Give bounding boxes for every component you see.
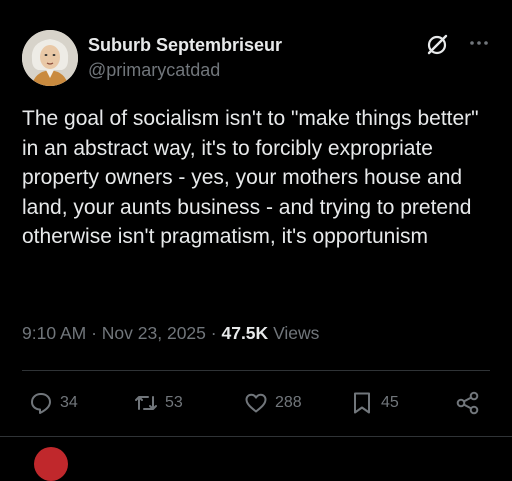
- author-display-name[interactable]: Suburb Septembriseur: [88, 34, 282, 56]
- views-label: Views: [273, 323, 320, 343]
- tweet-actions: 34 53 288 45: [0, 387, 512, 419]
- bookmark-count: 45: [381, 394, 399, 411]
- tweet-header: Suburb Septembriseur @primarycatdad: [22, 28, 492, 88]
- grok-icon[interactable]: [424, 32, 450, 58]
- reply-count: 34: [60, 394, 78, 411]
- repost-count: 53: [165, 394, 183, 411]
- reply-button[interactable]: 34: [28, 387, 78, 419]
- tweet-date[interactable]: Nov 23, 2025: [102, 323, 206, 343]
- bookmark-button[interactable]: 45: [349, 387, 399, 419]
- reply-icon: [31, 393, 51, 414]
- repost-icon: [135, 396, 157, 410]
- avatar-portrait: [22, 30, 78, 86]
- author-handle[interactable]: @primarycatdad: [88, 58, 282, 82]
- author-avatar[interactable]: [22, 30, 78, 86]
- tweet-time[interactable]: 9:10 AM: [22, 323, 86, 343]
- share-icon: [456, 391, 479, 415]
- share-button[interactable]: [455, 387, 481, 419]
- tweet-meta: 9:10 AM · Nov 23, 2025 · 47.5K Views: [22, 322, 319, 344]
- like-button[interactable]: 288: [243, 387, 302, 419]
- like-icon: [245, 393, 267, 413]
- divider: [22, 370, 490, 371]
- meta-separator: ·: [91, 323, 97, 343]
- views-count[interactable]: 47.5K: [221, 323, 268, 343]
- tweet-text: The goal of socialism isn't to "make thi…: [22, 107, 479, 248]
- divider: [0, 436, 512, 437]
- more-icon[interactable]: [466, 30, 492, 56]
- next-reply-avatar[interactable]: [34, 447, 68, 481]
- repost-button[interactable]: 53: [133, 387, 183, 419]
- meta-separator: ·: [210, 323, 217, 343]
- like-count: 288: [275, 394, 302, 411]
- bookmark-icon: [354, 392, 370, 414]
